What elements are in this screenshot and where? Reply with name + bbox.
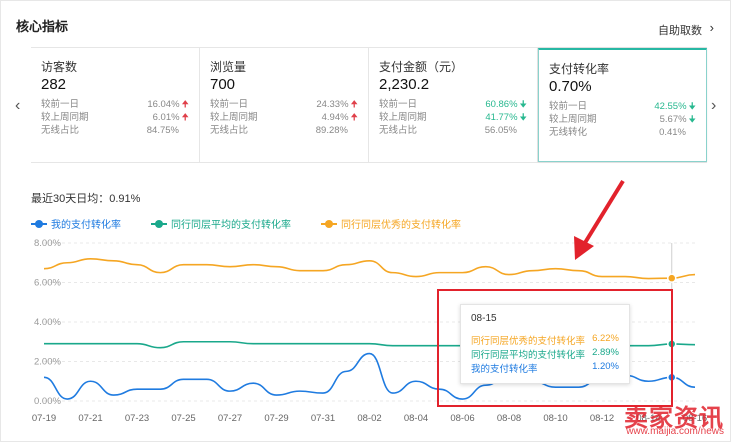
x-tick-label: 07-21 bbox=[78, 413, 102, 424]
y-tick-label: 0.00% bbox=[34, 396, 61, 407]
x-tick-label: 07-27 bbox=[218, 413, 242, 424]
x-tick-label: 08-06 bbox=[450, 413, 474, 424]
metric-row: 较前一日 42.55% 🠋 bbox=[549, 101, 696, 112]
metric-title: 访客数 bbox=[41, 60, 78, 74]
highlight-box bbox=[437, 289, 673, 407]
metric-value: 0.70% bbox=[549, 78, 592, 95]
watermark-url: www.maijia.com/news bbox=[626, 426, 724, 437]
arrow-down-icon: 🠋 bbox=[519, 99, 527, 109]
metric-title: 支付转化率 bbox=[549, 62, 610, 76]
arrow-down-icon: 🠋 bbox=[688, 101, 696, 111]
metric-row: 较前一日 16.04% 🠉 bbox=[41, 99, 189, 110]
arrow-down-icon: 🠋 bbox=[519, 112, 527, 122]
arrow-up-icon: 🠉 bbox=[181, 99, 189, 109]
next-arrow-icon[interactable]: › bbox=[711, 97, 716, 115]
arrow-down-icon: 🠋 bbox=[688, 114, 696, 124]
x-tick-label: 07-29 bbox=[264, 413, 288, 424]
metric-row: 较前一日 60.86% 🠋 bbox=[379, 99, 527, 110]
y-tick-label: 6.00% bbox=[34, 278, 61, 289]
legend-my-conversion[interactable]: 我的支付转化率 bbox=[31, 216, 121, 231]
metric-row: 无线占比 84.75% bbox=[41, 125, 179, 136]
legend-marker-icon bbox=[151, 219, 167, 228]
metric-row: 较前一日 24.33% 🠉 bbox=[210, 99, 358, 110]
legend-marker-icon bbox=[31, 219, 47, 228]
hover-point-0 bbox=[667, 273, 677, 283]
metric-card-conversion-rate[interactable]: 支付转化率 0.70% 较前一日 42.55% 🠋 较上周同期 5.67% 🠋 无线转化… bbox=[538, 48, 707, 162]
metric-title: 浏览量 bbox=[210, 60, 247, 74]
chart-legend: 我的支付转化率 同行同层平均的支付转化率 同行同层优秀的支付转化率 bbox=[31, 216, 461, 231]
metric-row: 较上周同期 4.94% 🠉 bbox=[210, 112, 358, 123]
x-tick-label: 08-02 bbox=[357, 413, 381, 424]
chevron-right-icon[interactable]: › bbox=[710, 20, 714, 35]
metric-title: 支付金额（元） bbox=[379, 60, 464, 74]
core-metrics-panel: 核心指标 自助取数 › ‹ › 访客数 282 较前一日 16.04% 🠉 较上周同… bbox=[0, 0, 731, 442]
y-tick-label: 8.00% bbox=[34, 238, 61, 249]
metric-row: 无线占比 89.28% bbox=[210, 125, 348, 136]
arrow-up-icon: 🠉 bbox=[350, 99, 358, 109]
x-tick-label: 07-23 bbox=[125, 413, 149, 424]
metric-card-pageviews[interactable]: 浏览量 700 较前一日 24.33% 🠉 较上周同期 4.94% 🠉 无线占比 89.2… bbox=[200, 48, 369, 162]
legend-peer-excellent[interactable]: 同行同层优秀的支付转化率 bbox=[321, 216, 461, 231]
y-tick-label: 4.00% bbox=[34, 317, 61, 328]
arrow-up-icon: 🠉 bbox=[350, 112, 358, 122]
x-tick-label: 08-12 bbox=[590, 413, 614, 424]
x-tick-label: 07-31 bbox=[311, 413, 335, 424]
legend-peer-average[interactable]: 同行同层平均的支付转化率 bbox=[151, 216, 291, 231]
metric-card-visitors[interactable]: 访客数 282 较前一日 16.04% 🠉 较上周同期 6.01% 🠉 无线占比 84.7… bbox=[31, 48, 200, 162]
x-tick-label: 08-08 bbox=[497, 413, 521, 424]
x-tick-label: 07-19 bbox=[32, 413, 56, 424]
metric-row: 无线占比 56.05% bbox=[379, 125, 517, 136]
x-tick-label: 07-25 bbox=[171, 413, 195, 424]
metric-row: 较上周同期 41.77% 🠋 bbox=[379, 112, 527, 123]
y-tick-label: 2.00% bbox=[34, 357, 61, 368]
metric-card-payment-amount[interactable]: 支付金额（元） 2,230.2 较前一日 60.86% 🠋 较上周同期 41.77% 🠋… bbox=[369, 48, 538, 162]
annotation-arrow-icon bbox=[574, 179, 625, 260]
metric-value: 2,230.2 bbox=[379, 76, 430, 93]
prev-arrow-icon[interactable]: ‹ bbox=[15, 97, 20, 115]
self-service-data-link[interactable]: 自助取数 bbox=[658, 22, 702, 38]
thirty-day-average: 最近30天日均：0.91% bbox=[31, 193, 141, 205]
panel-title: 核心指标 bbox=[16, 19, 69, 34]
legend-marker-icon bbox=[321, 219, 337, 228]
metric-value: 282 bbox=[41, 76, 67, 93]
metric-row: 无线转化 0.41% bbox=[549, 127, 686, 138]
metric-cards: 访客数 282 较前一日 16.04% 🠉 较上周同期 6.01% 🠉 无线占比 84.7… bbox=[31, 47, 707, 163]
metric-row: 较上周同期 6.01% 🠉 bbox=[41, 112, 189, 123]
x-tick-label: 08-04 bbox=[404, 413, 428, 424]
x-tick-label: 08-10 bbox=[543, 413, 567, 424]
metric-row: 较上周同期 5.67% 🠋 bbox=[549, 114, 696, 125]
metric-value: 700 bbox=[210, 76, 236, 93]
arrow-up-icon: 🠉 bbox=[181, 112, 189, 122]
